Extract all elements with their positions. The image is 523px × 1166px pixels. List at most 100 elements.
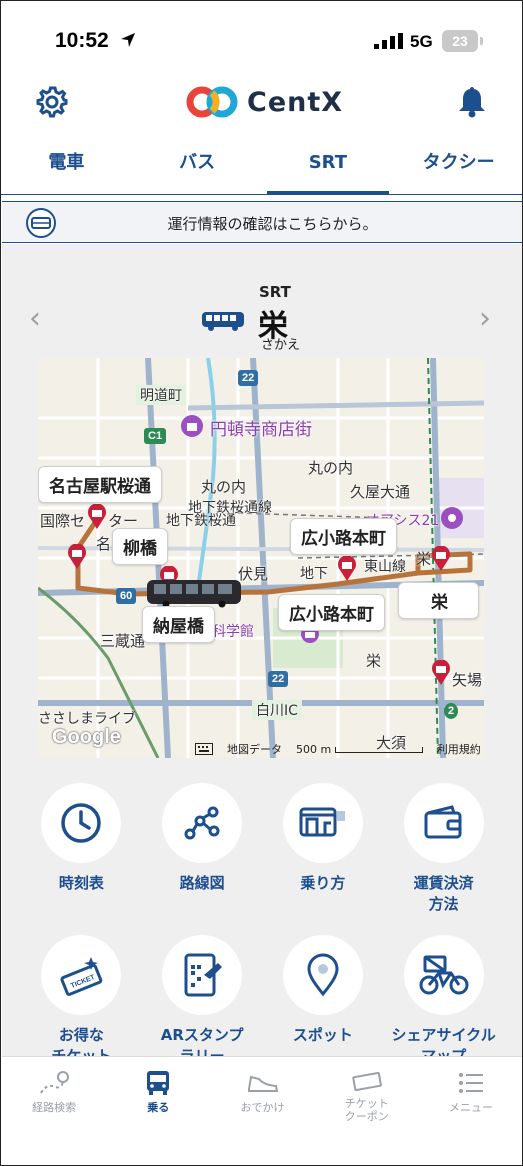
nav-label: 経路検索 — [32, 1101, 77, 1114]
settings-gear-icon[interactable] — [35, 85, 69, 119]
menu-label: 時刻表 — [58, 874, 104, 892]
bus-stop-pin-icon[interactable] — [86, 504, 108, 530]
service-info-text: 運行情報の確認はこちらから。 — [167, 215, 378, 233]
landmark-poi-icon[interactable] — [440, 506, 464, 530]
status-time: 10:52 — [55, 29, 109, 52]
network-type: 5G — [410, 32, 433, 51]
sneaker-icon — [247, 1075, 278, 1092]
road-number-badge: 22 — [238, 370, 259, 386]
map-label: 丸の内 — [201, 478, 247, 496]
next-station-chevron-icon[interactable]: › — [479, 301, 491, 336]
menu-label: 乗り方 — [300, 874, 346, 892]
app-frame: 10:52 5G 23 CentX 電車 バス SRT タクシー 運行情報の確認… — [0, 0, 523, 1166]
bus-stop-pin-icon[interactable] — [66, 544, 88, 570]
menu-label: 運賃決済 方法 — [413, 874, 474, 913]
menu-label: スポット — [292, 1026, 353, 1044]
road-number-badge: 2 — [444, 703, 459, 719]
status-bar: 10:52 5G 23 — [1, 1, 522, 71]
nav-label: メニュー — [448, 1101, 493, 1114]
map-label: 名 — [96, 535, 112, 553]
service-info-banner[interactable]: 運行情報の確認はこちらから。 — [2, 201, 522, 243]
menu-payment[interactable]: 運賃決済 方法 — [383, 783, 504, 915]
app-header: CentX — [1, 71, 522, 133]
menu-ar-stamp[interactable]: ARスタンプ ラリー — [142, 935, 263, 1067]
tab-train[interactable]: 電車 — [1, 133, 132, 194]
stop-callout[interactable]: 柳橋 — [112, 528, 168, 565]
shopping-poi-icon[interactable] — [180, 414, 204, 438]
stop-callout[interactable]: 広小路本町 — [290, 518, 397, 555]
route-map[interactable]: 明道町 円頓寺商店街 丸の内 丸の内 地下鉄桜通線 久屋大通 国際セ ター 地下… — [38, 358, 484, 758]
notification-bell-icon[interactable] — [456, 85, 488, 119]
map-label: 栄 — [366, 652, 382, 670]
map-footer: 地図データ 500 m 利用規約 — [195, 741, 481, 757]
tab-taxi[interactable]: タクシー — [393, 133, 522, 194]
stop-callout[interactable]: 納屋橋 — [142, 606, 215, 643]
prev-station-chevron-icon[interactable]: ‹ — [29, 301, 41, 336]
stop-callout[interactable]: 名古屋駅桜通 — [38, 466, 162, 503]
menu-route-map[interactable]: 路線図 — [142, 783, 263, 915]
map-label: 円頓寺商店街 — [210, 420, 312, 440]
bus-stop-pin-icon[interactable] — [430, 660, 452, 686]
tab-bus[interactable]: バス — [132, 133, 263, 194]
map-terms-link[interactable]: 利用規約 — [437, 741, 481, 757]
menu-icon — [458, 1073, 483, 1093]
centx-logo-icon — [186, 86, 238, 118]
feature-menu-grid: 時刻表 路線図 乗り方 運賃決済 方法 TICKET お得な チケット — [21, 783, 504, 1067]
station-header: ‹ SRT 栄 さかえ › — [1, 283, 522, 353]
route-search-icon — [40, 1071, 70, 1094]
map-label: 三蔵通 — [100, 632, 146, 650]
stop-callout[interactable]: 広小路本町 — [278, 594, 385, 631]
bus-boarding-icon — [282, 783, 363, 863]
nav-label: 乗る — [147, 1101, 170, 1114]
bus-icon — [147, 1071, 170, 1095]
road-number-badge: C1 — [144, 428, 167, 444]
menu-share-cycle[interactable]: シェアサイクル マップ — [383, 935, 504, 1067]
line-code: SRT — [259, 283, 291, 301]
ar-stamp-icon — [162, 935, 243, 1015]
menu-how-to-ride[interactable]: 乗り方 — [263, 783, 384, 915]
nav-ticket-coupon[interactable]: チケット クーポン — [315, 1057, 419, 1165]
nav-label: チケット クーポン — [344, 1097, 389, 1123]
nav-route-search[interactable]: 経路検索 — [2, 1057, 106, 1165]
bus-stop-pin-icon[interactable] — [336, 556, 358, 582]
bus-stop-pin-icon[interactable] — [430, 546, 452, 572]
srt-vehicle-icon[interactable] — [146, 578, 242, 608]
map-scale-label: 500 m — [296, 742, 332, 756]
brand-logo: CentX — [185, 85, 343, 119]
bottom-navigation: 経路検索 乗る おでかけ チケット クーポン メニュー — [2, 1056, 522, 1165]
map-label: 地下鉄桜通 — [166, 513, 236, 529]
map-label: 白川IC — [252, 700, 302, 720]
map-data-attribution[interactable]: 地図データ — [227, 741, 282, 757]
srt-bus-icon — [202, 312, 244, 331]
ticket-coupon-icon — [352, 1071, 382, 1091]
transport-tabs: 電車 バス SRT タクシー — [1, 133, 522, 195]
battery-level: 23 — [442, 30, 478, 52]
map-scale: 500 m — [296, 743, 423, 756]
map-label: 明道町 — [136, 385, 186, 405]
map-label: 地下 — [300, 566, 328, 582]
tab-srt[interactable]: SRT — [263, 133, 394, 195]
nav-ride[interactable]: 乗る — [106, 1057, 210, 1165]
map-pin-icon — [282, 935, 363, 1015]
menu-spot[interactable]: スポット — [263, 935, 384, 1067]
nav-label: おでかけ — [240, 1101, 285, 1114]
cellular-signal-icon — [374, 33, 403, 49]
nav-outing[interactable]: おでかけ — [210, 1057, 314, 1165]
map-label: 国際セ — [40, 512, 86, 530]
menu-ticket[interactable]: TICKET お得な チケット — [21, 935, 142, 1067]
map-label: ささしまライブ — [38, 711, 136, 727]
clock-icon — [41, 783, 122, 863]
brand-name: CentX — [247, 86, 344, 118]
menu-timetable[interactable]: 時刻表 — [21, 783, 142, 915]
map-label: 東山線 — [364, 559, 406, 575]
map-label: 伏見 — [238, 565, 269, 583]
station-reading: さかえ — [261, 338, 301, 353]
road-number-badge: 60 — [116, 588, 137, 604]
nav-menu[interactable]: メニュー — [419, 1057, 522, 1165]
keyboard-icon — [195, 743, 213, 755]
map-label: 久屋大通 — [350, 483, 411, 501]
map-label: 矢場 — [452, 671, 483, 689]
map-label: 丸の内 — [308, 459, 354, 477]
stop-callout[interactable]: 栄 — [398, 582, 479, 619]
battery-tip — [480, 37, 483, 45]
